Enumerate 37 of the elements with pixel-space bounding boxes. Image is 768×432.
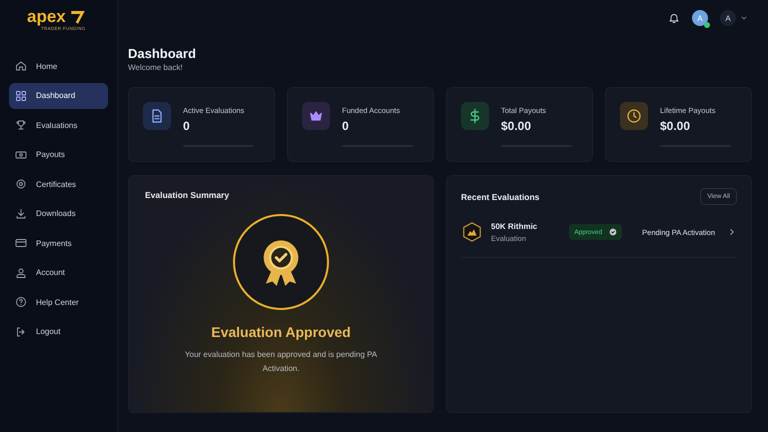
credit-card-icon	[15, 237, 27, 249]
panel-title: Recent Evaluations	[461, 192, 540, 202]
grid-icon	[15, 90, 27, 102]
home-icon	[15, 60, 27, 72]
evaluation-name: 50K Rithmic	[491, 222, 538, 230]
brand-name: apex	[27, 8, 66, 26]
page-title: Dashboard	[128, 46, 197, 61]
help-icon	[15, 296, 27, 308]
sidebar-item[interactable]: Payouts	[9, 142, 108, 168]
sidebar-item[interactable]: Certificates	[9, 171, 108, 197]
sidebar-item[interactable]: Payments	[9, 230, 108, 256]
status-message: Your evaluation has been approved and is pending PA Activation.	[184, 349, 378, 375]
sidebar-item[interactable]: Downloads	[9, 200, 108, 226]
mountain-hexagon-icon	[461, 221, 483, 243]
status-heading: Evaluation Approved	[211, 324, 351, 340]
user-icon	[15, 266, 27, 278]
clock-icon	[626, 108, 642, 124]
sidebar-item[interactable]: Help Center	[9, 289, 108, 315]
sidebar-item[interactable]: Logout	[9, 318, 108, 344]
download-icon	[15, 208, 27, 220]
online-dot	[704, 22, 710, 28]
stat-value: 0	[183, 119, 191, 133]
trophy-icon	[15, 119, 27, 131]
sidebar-item[interactable]: Account	[9, 260, 108, 286]
caret-icon	[740, 14, 748, 22]
page-subtitle: Welcome back!	[128, 63, 184, 72]
logout-icon	[15, 326, 27, 338]
sidebar-item[interactable]: Home	[9, 53, 108, 79]
sidebar-item[interactable]: Dashboard	[9, 82, 108, 108]
check-circle-icon	[609, 228, 618, 236]
panel-title: Evaluation Summary	[145, 190, 230, 200]
stat-value: 0	[342, 119, 350, 133]
stat-value: $0.00	[501, 119, 532, 133]
stat-value: $0.00	[660, 119, 692, 133]
bell-icon	[668, 12, 680, 24]
sidebar-item[interactable]: Evaluations	[9, 112, 108, 138]
banknote-icon	[15, 148, 27, 160]
